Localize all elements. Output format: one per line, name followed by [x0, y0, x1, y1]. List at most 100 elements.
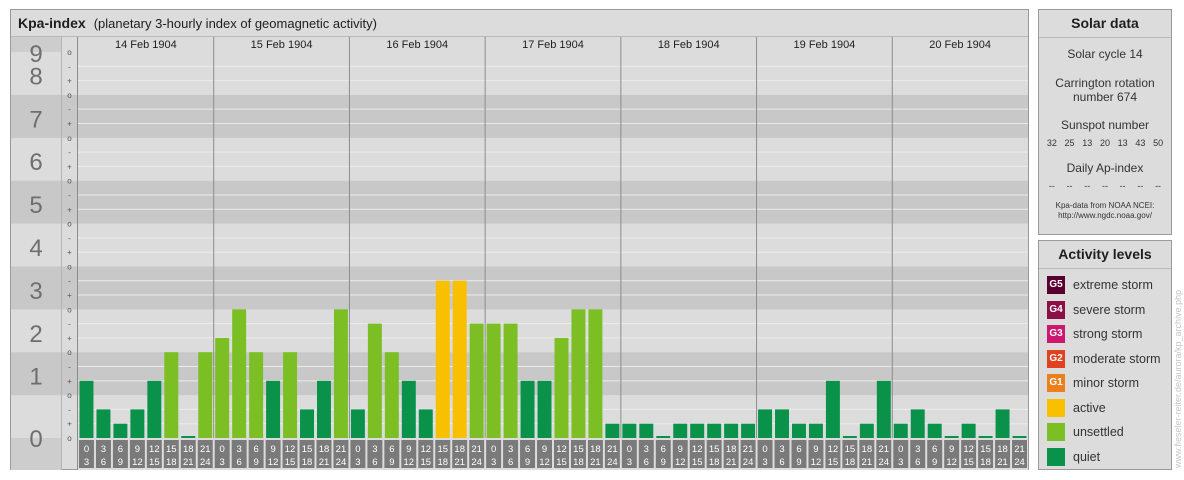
ap-value: --: [1119, 181, 1126, 191]
kp-bar: [690, 423, 705, 438]
kp-bar: [232, 309, 247, 438]
kp-bar: [588, 309, 603, 438]
day-label: 17 Feb 1904: [522, 39, 584, 51]
slot-end-label: 6: [508, 457, 513, 468]
kp-bar: [317, 380, 331, 438]
slot-end-label: 18: [709, 457, 720, 468]
slot-start-label: 21: [471, 444, 482, 455]
kp-bar: [96, 409, 111, 438]
sunspot-value: 25: [1064, 138, 1075, 148]
slot-end-label: 12: [268, 457, 279, 468]
site-credit: www.fieseler-reiter.de/aurora/kp_archive…: [1173, 290, 1183, 469]
slot-end-label: 18: [166, 457, 177, 468]
slot-end-label: 24: [879, 457, 890, 468]
kp-bar: [571, 309, 586, 438]
kp-bar: [215, 337, 230, 438]
kp-bar: [961, 423, 976, 438]
activity-levels-panel: Activity levels G5 extreme storm G4 severe …: [1038, 240, 1172, 470]
minor-tick-label: o: [67, 48, 72, 57]
slot-end-label: 12: [946, 457, 957, 468]
activity-level-item: quiet: [1039, 445, 1171, 470]
activity-level-swatch: G4: [1047, 300, 1065, 319]
slot-start-label: 15: [573, 444, 584, 455]
kp-bar: [724, 423, 739, 438]
kp-bar: [808, 423, 823, 438]
slot-end-label: 21: [454, 457, 465, 468]
kp-bar: [707, 423, 722, 438]
data-source-link[interactable]: http://www.ngdc.noaa.gov/: [1039, 211, 1171, 221]
ap-value: --: [1048, 181, 1055, 191]
kp-bar: [910, 409, 925, 438]
data-source-note: Kpa-data from NOAA NCEI:: [1055, 201, 1155, 210]
slot-start-label: 6: [253, 444, 258, 455]
sunspot-value: 20: [1099, 138, 1110, 148]
minor-tick-label: +: [67, 334, 72, 343]
slot-start-label: 15: [437, 444, 448, 455]
y-tick-label: 9: [29, 41, 42, 68]
kp-bar: [639, 423, 654, 438]
slot-end-label: 15: [420, 457, 431, 468]
level-band: [11, 266, 1028, 310]
slot-end-label: 12: [811, 457, 822, 468]
slot-end-label: 3: [762, 457, 767, 468]
ap-index-title: Daily Ap-index: [1066, 161, 1144, 175]
ap-value: --: [1155, 181, 1162, 191]
minor-tick-label: +: [67, 377, 72, 386]
carrington-line-2: number 674: [1072, 90, 1138, 104]
slot-end-label: 9: [253, 457, 258, 468]
sunspot-title: Sunspot number: [1060, 118, 1150, 132]
activity-level-item: active: [1039, 396, 1171, 421]
slot-start-label: 9: [270, 444, 275, 455]
slot-start-label: 12: [556, 444, 567, 455]
slot-end-label: 24: [607, 457, 618, 468]
slot-end-label: 3: [355, 457, 360, 468]
minor-tick-label: o: [67, 134, 72, 143]
kp-bar: [130, 409, 145, 438]
kp-bar: [876, 380, 891, 438]
chart-subtitle: (planetary 3-hourly index of geomagnetic…: [93, 16, 377, 31]
kp-bar: [283, 352, 298, 438]
slot-start-label: 12: [828, 444, 839, 455]
slot-end-label: 6: [237, 457, 242, 468]
slot-start-label: 9: [542, 444, 547, 455]
minor-tick-label: o: [67, 220, 72, 229]
slot-start-label: 21: [743, 444, 754, 455]
minor-tick-label: -: [68, 62, 71, 71]
slot-start-label: 0: [762, 444, 767, 455]
activity-level-item: unsettled: [1039, 420, 1171, 445]
minor-tick-label: -: [68, 191, 71, 200]
sunspot-value: 13: [1082, 138, 1093, 148]
minor-tick-label: +: [67, 162, 72, 171]
solar-data-title: Solar data: [1039, 10, 1171, 38]
slot-end-label: 15: [556, 457, 567, 468]
minor-tick-label: o: [67, 434, 72, 443]
slot-end-label: 15: [285, 457, 296, 468]
activity-level-swatch: G3: [1047, 325, 1065, 344]
minor-tick-label: -: [68, 363, 71, 372]
solar-cycle-text: Solar cycle 14: [1067, 47, 1143, 61]
kp-bar: [113, 423, 128, 438]
slot-start-label: 15: [302, 444, 313, 455]
slot-end-label: 24: [743, 457, 754, 468]
activity-level-item: G3 strong storm: [1039, 322, 1171, 347]
kp-bar: [164, 352, 179, 438]
activity-levels-list: G5 extreme storm G4 severe storm G3 strong st…: [1039, 269, 1171, 469]
y-tick-label: 0: [29, 426, 42, 453]
slot-start-label: 0: [491, 444, 496, 455]
minor-tick-label: -: [68, 148, 71, 157]
sunspot-value: 32: [1046, 138, 1057, 148]
slot-start-label: 6: [389, 444, 394, 455]
slot-end-label: 3: [84, 457, 89, 468]
kp-bar: [673, 423, 688, 438]
slot-end-label: 24: [336, 457, 347, 468]
slot-start-label: 18: [997, 444, 1008, 455]
minor-tick-label: +: [67, 420, 72, 429]
slot-start-label: 3: [237, 444, 242, 455]
slot-start-label: 0: [627, 444, 632, 455]
activity-levels-title: Activity levels: [1039, 241, 1171, 269]
level-band: [11, 309, 1028, 353]
minor-tick-label: +: [67, 119, 72, 128]
slot-end-label: 6: [779, 457, 784, 468]
minor-tick-label: +: [67, 291, 72, 300]
activity-level-item: G1 minor storm: [1039, 371, 1171, 396]
